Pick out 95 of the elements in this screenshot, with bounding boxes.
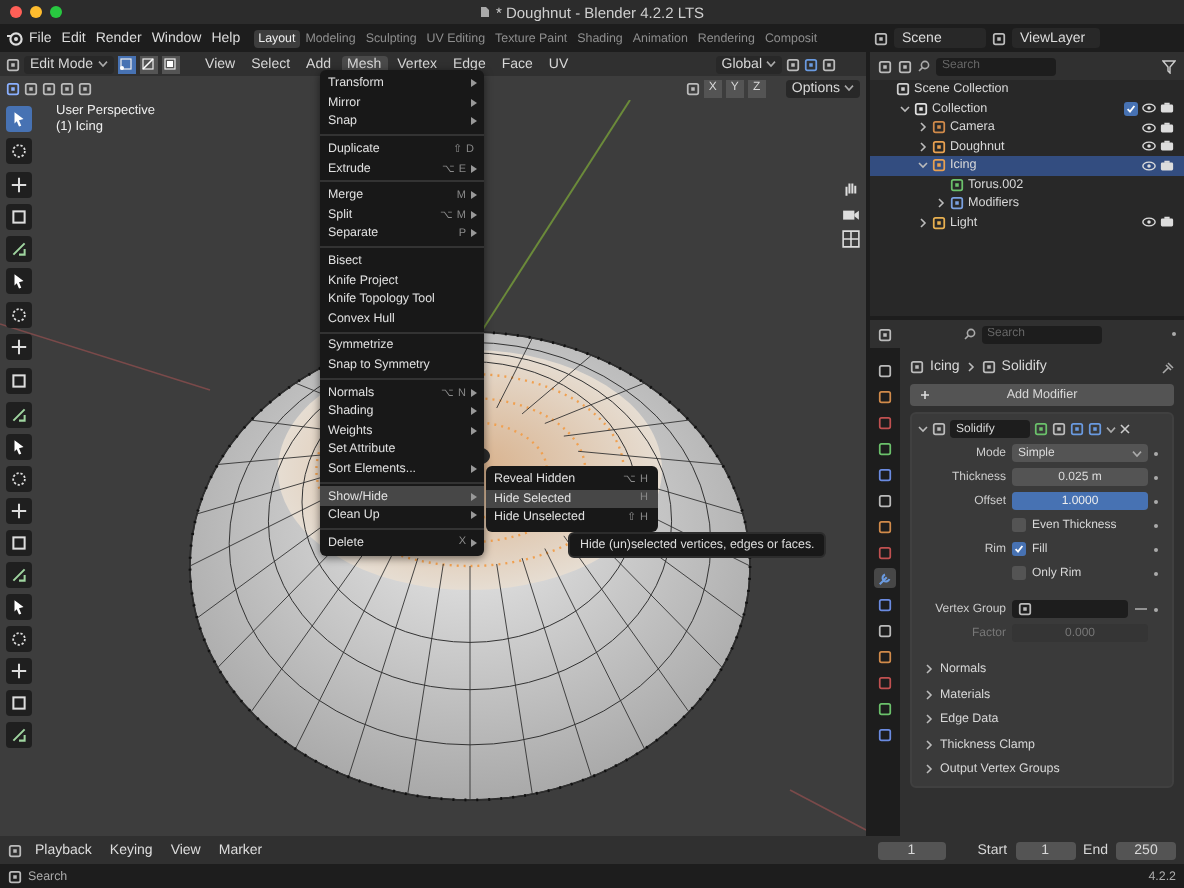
tool-button[interactable]: [6, 368, 32, 394]
camera-icon[interactable]: [1160, 121, 1174, 134]
chevron-right-icon[interactable]: [924, 714, 934, 724]
search-icon: [918, 60, 930, 72]
grid-icon[interactable]: [842, 230, 860, 248]
tool-button[interactable]: [6, 334, 32, 360]
properties-tab[interactable]: [874, 438, 896, 458]
tool-button[interactable]: [6, 302, 32, 328]
submenu-arrow-icon: [470, 537, 478, 548]
search-icon: [963, 328, 975, 340]
tool-icon: [10, 338, 28, 356]
chevron-right-icon[interactable]: [924, 689, 934, 699]
document-icon: [479, 6, 490, 18]
vertex-group-field[interactable]: [1012, 600, 1128, 619]
tool-button[interactable]: [6, 626, 32, 652]
tool-icon: [10, 240, 28, 258]
properties-tab[interactable]: [874, 464, 896, 484]
eye-icon[interactable]: [1142, 140, 1156, 153]
checkbox[interactable]: [1124, 101, 1138, 116]
tool-icon: [10, 372, 28, 390]
tool-icon: [10, 726, 28, 744]
chevron-down-icon[interactable]: [918, 424, 928, 434]
tool-button[interactable]: [6, 268, 32, 294]
submenu-arrow-icon: [470, 163, 478, 174]
filter-icon[interactable]: [1162, 59, 1176, 73]
properties-tab[interactable]: [874, 698, 896, 718]
tool-button[interactable]: [6, 172, 32, 198]
eye-icon[interactable]: [1142, 159, 1156, 172]
tool-button[interactable]: [6, 434, 32, 460]
camera-icon[interactable]: [1160, 216, 1174, 229]
tool-button[interactable]: [6, 562, 32, 588]
caret-icon: [1132, 449, 1142, 458]
chevron-down-icon[interactable]: [918, 160, 928, 171]
caret-icon: [844, 84, 854, 92]
select-mode-button[interactable]: [139, 55, 158, 73]
properties-tab[interactable]: [874, 542, 896, 562]
tool-button[interactable]: [6, 594, 32, 620]
camera-icon[interactable]: [842, 206, 860, 222]
tool-icon: [10, 502, 28, 520]
tool-icon: [10, 176, 28, 194]
chevron-down-icon[interactable]: [900, 103, 910, 114]
chevron-right-icon[interactable]: [924, 664, 934, 674]
close-button[interactable]: [10, 6, 22, 18]
submenu-arrow-icon: [470, 463, 478, 474]
pin-icon[interactable]: [1162, 361, 1174, 373]
tool-button[interactable]: [6, 722, 32, 748]
chevron-right-icon[interactable]: [924, 764, 934, 774]
properties-tab[interactable]: [874, 672, 896, 692]
eye-icon[interactable]: [1142, 102, 1156, 115]
properties-tab[interactable]: [874, 360, 896, 380]
plus-icon: [920, 390, 930, 400]
camera-icon[interactable]: [1160, 102, 1174, 115]
camera-icon[interactable]: [1160, 159, 1174, 172]
properties-tab[interactable]: [874, 490, 896, 510]
properties-tab[interactable]: [874, 646, 896, 666]
eye-icon[interactable]: [1142, 121, 1156, 134]
tool-button[interactable]: [6, 204, 32, 230]
eye-icon[interactable]: [1142, 216, 1156, 229]
caret-icon: [1106, 425, 1116, 433]
tool-button[interactable]: [6, 466, 32, 492]
chevron-right-icon[interactable]: [965, 362, 976, 372]
tool-icon: [10, 662, 28, 680]
minimize-button[interactable]: [30, 6, 42, 18]
zoom-button[interactable]: [50, 6, 62, 18]
properties-tab[interactable]: [874, 724, 896, 744]
caret-icon: [97, 60, 108, 68]
tool-button[interactable]: [6, 690, 32, 716]
checkbox[interactable]: [1012, 566, 1026, 581]
tool-icon: [10, 694, 28, 712]
tool-button[interactable]: [6, 498, 32, 524]
properties-tab[interactable]: [874, 386, 896, 406]
select-mode-button[interactable]: [161, 55, 180, 73]
tool-button[interactable]: [6, 236, 32, 262]
properties-tab[interactable]: [874, 412, 896, 432]
close-icon[interactable]: [1120, 424, 1130, 434]
properties-tab[interactable]: [874, 516, 896, 536]
camera-icon[interactable]: [1160, 140, 1174, 153]
hand-icon[interactable]: [842, 180, 860, 198]
caret-icon: [766, 60, 776, 68]
tool-icon: [10, 534, 28, 552]
tool-icon: [10, 208, 28, 226]
checkbox[interactable]: [1012, 518, 1026, 533]
tool-icon: [10, 406, 28, 424]
properties-tab[interactable]: [874, 620, 896, 640]
tool-button[interactable]: [6, 530, 32, 556]
tool-button[interactable]: [6, 402, 32, 428]
tool-icon: [10, 566, 28, 584]
select-mode-button[interactable]: [117, 55, 136, 73]
properties-tab[interactable]: [874, 568, 896, 588]
app-logo-icon[interactable]: [6, 30, 24, 46]
tool-button[interactable]: [6, 138, 32, 164]
chevron-right-icon[interactable]: [924, 739, 934, 749]
tool-button[interactable]: [6, 658, 32, 684]
checkbox[interactable]: [1012, 542, 1026, 557]
properties-tab[interactable]: [874, 594, 896, 614]
